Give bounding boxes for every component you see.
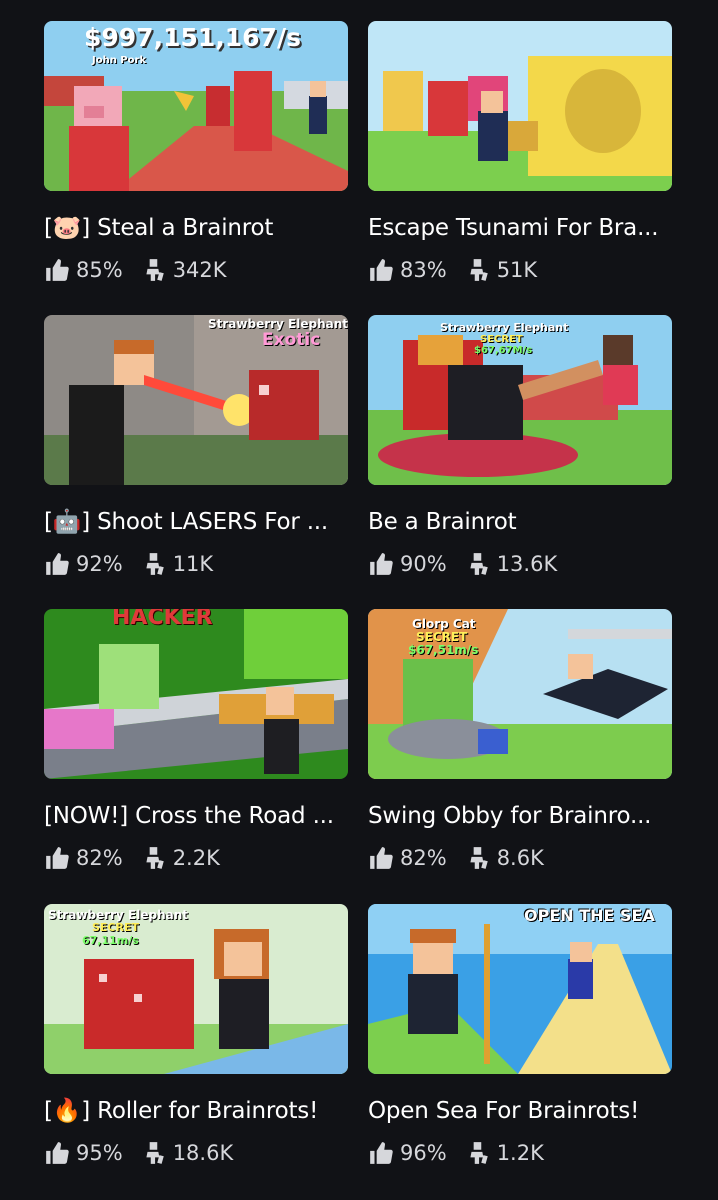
game-title[interactable]: Escape Tsunami For Bra...: [368, 213, 672, 243]
thumbnail-earnings-label: 67,11m/s: [82, 934, 139, 947]
game-stats: 82% 8.6K: [368, 843, 562, 873]
game-stats: 83% 51K: [368, 255, 555, 285]
thumbs-up-icon: [46, 553, 69, 575]
game-thumbnail[interactable]: Glorp Cat SECRET $67,51m/s: [368, 609, 672, 779]
players-value: 8.6K: [496, 846, 544, 870]
thumbs-up-icon: [370, 1142, 393, 1164]
game-title[interactable]: [🤖] Shoot LASERS For ...: [44, 507, 348, 537]
players-icon: [470, 553, 488, 575]
thumbs-up-icon: [370, 847, 393, 869]
game-card-steal-a-brainrot[interactable]: $997,151,167/s John Pork [🐷] Steal a Bra…: [44, 21, 348, 296]
game-thumbnail[interactable]: Strawberry Elephant SECRET 67,11m/s: [44, 904, 348, 1074]
game-stats: 90% 13.6K: [368, 549, 575, 579]
game-stats: 92% 11K: [44, 549, 231, 579]
game-card-shoot-lasers[interactable]: Strawberry Elephant Exotic [🤖] Shoot LAS…: [44, 315, 348, 590]
rating-value: 90%: [400, 552, 447, 576]
players-icon: [146, 1142, 164, 1164]
game-card-roller-for-brainrots[interactable]: Strawberry Elephant SECRET 67,11m/s [🔥] …: [44, 904, 348, 1179]
game-title[interactable]: [NOW!] Cross the Road ...: [44, 801, 348, 831]
game-card-swing-obby[interactable]: Glorp Cat SECRET $67,51m/s Swing Obby fo…: [368, 609, 672, 884]
game-thumbnail[interactable]: Strawberry Elephant SECRET $67,67M/s: [368, 315, 672, 485]
thumbnail-name-label: Strawberry Elephant: [208, 317, 348, 331]
thumbs-up-icon: [370, 553, 393, 575]
players-value: 342K: [172, 258, 227, 282]
rating-value: 92%: [76, 552, 123, 576]
players-icon: [146, 847, 164, 869]
game-stats: 96% 1.2K: [368, 1138, 562, 1168]
thumbs-up-icon: [46, 1142, 69, 1164]
players-icon: [470, 259, 488, 281]
players-icon: [146, 553, 164, 575]
game-card-open-sea[interactable]: OPEN THE SEA Open Sea For Brainrots! 96%…: [368, 904, 672, 1179]
game-title[interactable]: Swing Obby for Brainro...: [368, 801, 672, 831]
thumbs-up-icon: [46, 847, 69, 869]
thumbnail-earnings-text: $997,151,167/s: [84, 23, 301, 52]
game-stats: 95% 18.6K: [44, 1138, 251, 1168]
thumbs-up-icon: [46, 259, 69, 281]
players-icon: [146, 259, 164, 281]
players-value: 11K: [172, 552, 214, 576]
thumbnail-rarity-label: SECRET: [416, 630, 468, 644]
game-thumbnail[interactable]: HACKER: [44, 609, 348, 779]
game-thumbnail[interactable]: Strawberry Elephant Exotic: [44, 315, 348, 485]
game-card-cross-the-road[interactable]: HACKER [NOW!] Cross the Road ... 82% 2.2…: [44, 609, 348, 884]
thumbnail-hacker-label: HACKER: [112, 609, 213, 630]
players-value: 18.6K: [172, 1141, 234, 1165]
thumbnail-name-label: Strawberry Elephant: [440, 321, 569, 334]
rating-value: 96%: [400, 1141, 447, 1165]
players-value: 51K: [496, 258, 538, 282]
players-icon: [470, 847, 488, 869]
thumbnail-earnings-label: $67,67M/s: [474, 345, 533, 356]
players-value: 1.2K: [496, 1141, 544, 1165]
thumbnail-rarity-label: Exotic: [262, 330, 321, 350]
game-card-be-a-brainrot[interactable]: Strawberry Elephant SECRET $67,67M/s Be …: [368, 315, 672, 590]
players-value: 2.2K: [172, 846, 220, 870]
game-thumbnail[interactable]: [368, 21, 672, 191]
rating-value: 95%: [76, 1141, 123, 1165]
game-card-escape-tsunami[interactable]: Escape Tsunami For Bra... 83% 51K: [368, 21, 672, 296]
rating-value: 85%: [76, 258, 123, 282]
thumbnail-name-label: Strawberry Elephant: [48, 908, 189, 922]
game-stats: 85% 342K: [44, 255, 245, 285]
game-title[interactable]: [🐷] Steal a Brainrot: [44, 213, 348, 243]
players-icon: [470, 1142, 488, 1164]
game-stats: 82% 2.2K: [44, 843, 238, 873]
thumbnail-rarity-label: SECRET: [92, 921, 139, 934]
thumbs-up-icon: [370, 259, 393, 281]
game-grid: $997,151,167/s John Pork [🐷] Steal a Bra…: [0, 0, 718, 1200]
thumbnail-title-label: OPEN THE SEA: [524, 906, 655, 925]
players-value: 13.6K: [496, 552, 558, 576]
game-title[interactable]: Be a Brainrot: [368, 507, 672, 537]
thumbnail-earnings-label: $67,51m/s: [408, 643, 479, 657]
rating-value: 83%: [400, 258, 447, 282]
thumbnail-name-label: John Pork: [92, 55, 147, 66]
rating-value: 82%: [400, 846, 447, 870]
game-thumbnail[interactable]: OPEN THE SEA: [368, 904, 672, 1074]
game-thumbnail[interactable]: $997,151,167/s John Pork: [44, 21, 348, 191]
thumbnail-rarity-label: SECRET: [480, 334, 523, 345]
game-title[interactable]: Open Sea For Brainrots!: [368, 1096, 672, 1126]
thumbnail-name-label: Glorp Cat: [412, 617, 476, 631]
game-title[interactable]: [🔥] Roller for Brainrots!: [44, 1096, 348, 1126]
rating-value: 82%: [76, 846, 123, 870]
